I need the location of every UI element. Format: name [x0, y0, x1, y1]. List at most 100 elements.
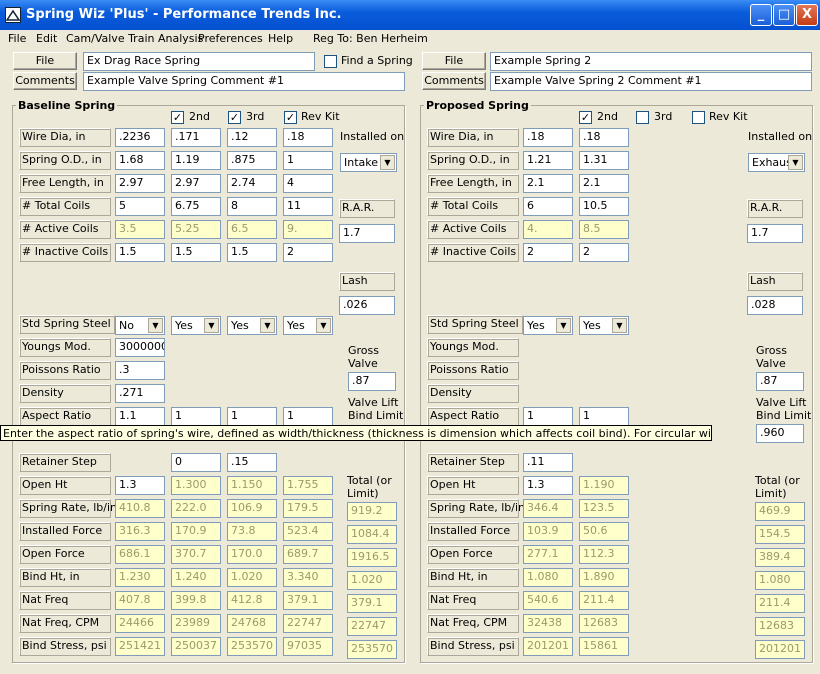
close-button[interactable]: X	[796, 4, 818, 26]
chevron-down-icon[interactable]: ▼	[380, 155, 395, 170]
left-gross-input[interactable]: .87	[348, 372, 396, 391]
right-inactive-cell-0[interactable]: 2	[523, 243, 573, 262]
left-aspect-cell-3[interactable]: 1	[283, 407, 333, 426]
left-aspect-cell-2[interactable]: 1	[227, 407, 277, 426]
right-bind-limit-input[interactable]: .960	[756, 424, 804, 443]
menu-help[interactable]: Help	[268, 32, 293, 45]
right-wire-cell-1[interactable]: .18	[579, 128, 629, 147]
left-comments-button[interactable]: Comments	[13, 72, 77, 90]
chevron-down-icon[interactable]: ▼	[612, 318, 627, 333]
left-retainer-cell-1[interactable]: .15	[227, 453, 277, 472]
left-od-cell-0[interactable]: 1.68	[115, 151, 165, 170]
left-aspect-cell-0[interactable]: 1.1	[115, 407, 165, 426]
right-comments-button[interactable]: Comments	[422, 72, 486, 90]
left-steel-select-3[interactable]: Yes ▼	[283, 316, 333, 335]
find-spring-checkbox[interactable]	[324, 55, 337, 68]
left-inactive-cell-0[interactable]: 1.5	[115, 243, 165, 262]
right-gross-input[interactable]: .87	[756, 372, 804, 391]
left-od-cell-1[interactable]: 1.19	[171, 151, 221, 170]
minimize-button[interactable]: _	[750, 4, 772, 26]
right-comment[interactable]: Example Valve Spring 2 Comment #1	[490, 72, 812, 91]
left-inactive-cell-3[interactable]: 2	[283, 243, 333, 262]
right-revkit-checkbox[interactable]	[692, 111, 705, 124]
right-free-cell-1[interactable]: 2.1	[579, 174, 629, 193]
left-density-input[interactable]: .271	[115, 384, 165, 403]
chevron-down-icon[interactable]: ▼	[260, 318, 275, 333]
right-label-aspect: Aspect Ratio	[427, 407, 519, 426]
right-open_force-cell-1: 112.3	[579, 545, 629, 564]
left-youngs-input[interactable]: 3000000	[115, 338, 165, 357]
right-installed-on-select[interactable]: Exhaust ▼	[748, 153, 805, 172]
right-file-button[interactable]: File	[422, 52, 486, 70]
left-poisson-input[interactable]: .3	[115, 361, 165, 380]
right-steel-select-0[interactable]: Yes ▼	[523, 316, 573, 335]
chevron-down-icon[interactable]: ▼	[204, 318, 219, 333]
left-open-cell-0[interactable]: 1.3	[115, 476, 165, 495]
menu-cam-valve[interactable]: Cam/Valve Train Analysis	[66, 32, 203, 45]
left-steel-select-2[interactable]: Yes ▼	[227, 316, 277, 335]
left-total-cell-2[interactable]: 8	[227, 197, 277, 216]
left-label-open: Open Ht	[19, 476, 111, 495]
left-nat-cell-3: 379.1	[283, 591, 333, 610]
chevron-down-icon[interactable]: ▼	[316, 318, 331, 333]
chevron-down-icon[interactable]: ▼	[788, 155, 803, 170]
right-2nd-checkbox[interactable]: ✓	[579, 111, 592, 124]
right-bind_ht-cell-0: 1.080	[523, 568, 573, 587]
left-rate-cell-3: 179.5	[283, 499, 333, 518]
left-retainer-cell-0[interactable]: 0	[171, 453, 221, 472]
left-file-name[interactable]: Ex Drag Race Spring	[83, 52, 315, 71]
right-open-cell-0[interactable]: 1.3	[523, 476, 573, 495]
left-free-cell-3[interactable]: 4	[283, 174, 333, 193]
left-aspect-cell-1[interactable]: 1	[171, 407, 221, 426]
chevron-down-icon[interactable]: ▼	[148, 318, 163, 333]
left-comment[interactable]: Example Valve Spring Comment #1	[83, 72, 405, 91]
left-file-button[interactable]: File	[13, 52, 77, 70]
left-total-cell-1[interactable]: 6.75	[171, 197, 221, 216]
right-retainer-input[interactable]: .11	[523, 453, 573, 472]
right-3rd-checkbox[interactable]	[636, 111, 649, 124]
left-2nd-checkbox[interactable]: ✓	[171, 111, 184, 124]
right-lash-input[interactable]: .028	[747, 296, 803, 315]
left-label-stress: Bind Stress, psi	[19, 637, 111, 656]
left-wire-cell-1[interactable]: .171	[171, 128, 221, 147]
right-rar-input[interactable]: 1.7	[747, 224, 803, 243]
menu-file[interactable]: File	[8, 32, 26, 45]
left-3rd-checkbox[interactable]: ✓	[228, 111, 241, 124]
left-installed-on-select[interactable]: Intake ▼	[340, 153, 397, 172]
left-od-cell-3[interactable]: 1	[283, 151, 333, 170]
right-aspect-cell-0[interactable]: 1	[523, 407, 573, 426]
right-od-cell-1[interactable]: 1.31	[579, 151, 629, 170]
right-stress-cell-1: 15861	[579, 637, 629, 656]
left-revkit-checkbox[interactable]: ✓	[284, 111, 297, 124]
right-inactive-cell-1[interactable]: 2	[579, 243, 629, 262]
left-od-cell-2[interactable]: .875	[227, 151, 277, 170]
right-wire-cell-0[interactable]: .18	[523, 128, 573, 147]
left-steel-select-0[interactable]: No ▼	[115, 316, 165, 335]
left-open-cell-3: 1.755	[283, 476, 333, 495]
left-rar-input[interactable]: 1.7	[339, 224, 395, 243]
left-free-cell-0[interactable]: 2.97	[115, 174, 165, 193]
left-free-cell-2[interactable]: 2.74	[227, 174, 277, 193]
left-steel-select-1[interactable]: Yes ▼	[171, 316, 221, 335]
menu-preferences[interactable]: Preferences	[198, 32, 263, 45]
left-inactive-cell-2[interactable]: 1.5	[227, 243, 277, 262]
left-lash-label: Lash	[339, 272, 395, 291]
left-lash-input[interactable]: .026	[339, 296, 395, 315]
right-free-cell-0[interactable]: 2.1	[523, 174, 573, 193]
left-total-cell-3[interactable]: 11	[283, 197, 333, 216]
left-wire-cell-2[interactable]: .12	[227, 128, 277, 147]
menu-edit[interactable]: Edit	[36, 32, 57, 45]
left-wire-cell-3[interactable]: .18	[283, 128, 333, 147]
left-inactive-cell-1[interactable]: 1.5	[171, 243, 221, 262]
right-steel-select-1[interactable]: Yes ▼	[579, 316, 629, 335]
right-aspect-cell-1[interactable]: 1	[579, 407, 629, 426]
left-wire-cell-0[interactable]: .2236	[115, 128, 165, 147]
right-od-cell-0[interactable]: 1.21	[523, 151, 573, 170]
left-total-cell-0[interactable]: 5	[115, 197, 165, 216]
right-total-cell-0[interactable]: 6	[523, 197, 573, 216]
right-total-cell-1[interactable]: 10.5	[579, 197, 629, 216]
left-free-cell-1[interactable]: 2.97	[171, 174, 221, 193]
right-file-name[interactable]: Example Spring 2	[490, 52, 812, 71]
maximize-button[interactable]: □	[773, 4, 795, 26]
chevron-down-icon[interactable]: ▼	[556, 318, 571, 333]
